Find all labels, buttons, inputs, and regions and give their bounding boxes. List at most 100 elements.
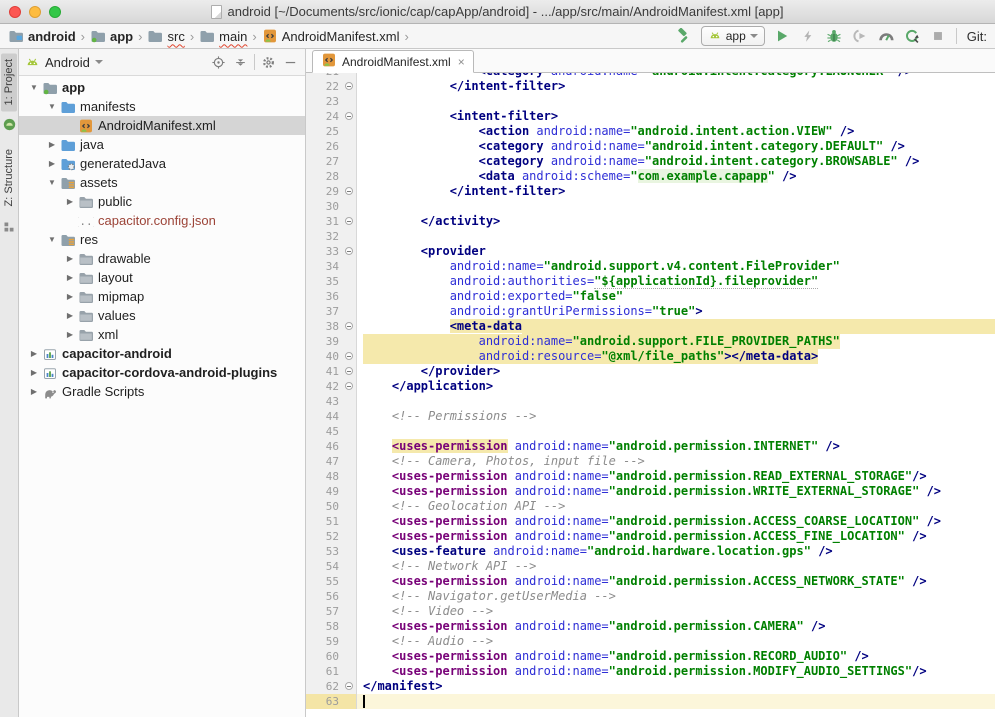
- code-line-50[interactable]: 50 <!-- Geolocation API -->: [306, 499, 995, 514]
- breadcrumb-item-android[interactable]: android: [8, 28, 76, 44]
- fold-marker[interactable]: [344, 214, 357, 229]
- tree-item-generatedjava[interactable]: ▶generatedJava: [19, 154, 305, 173]
- code-line-24[interactable]: 24 <intent-filter>: [306, 109, 995, 124]
- collapse-all-icon[interactable]: [232, 54, 249, 71]
- chevron-right-icon[interactable]: ▶: [45, 159, 59, 168]
- code-line-54[interactable]: 54 <!-- Network API -->: [306, 559, 995, 574]
- code-line-62[interactable]: 62</manifest>: [306, 679, 995, 694]
- breadcrumb-item-app[interactable]: app: [90, 28, 133, 44]
- code-line-42[interactable]: 42 </application>: [306, 379, 995, 394]
- code-line-36[interactable]: 36 android:exported="false": [306, 289, 995, 304]
- code-line-27[interactable]: 27 <category android:name="android.inten…: [306, 154, 995, 169]
- tree-item-capacitor-config-json[interactable]: {..}capacitor.config.json: [19, 211, 305, 230]
- tree-item-gradle-scripts[interactable]: ▶Gradle Scripts: [19, 382, 305, 401]
- code-line-44[interactable]: 44 <!-- Permissions -->: [306, 409, 995, 424]
- code-line-40[interactable]: 40 android:resource="@xml/file_paths"></…: [306, 349, 995, 364]
- code-line-34[interactable]: 34 android:name="android.support.v4.cont…: [306, 259, 995, 274]
- settings-gear-icon[interactable]: [260, 54, 277, 71]
- locate-icon[interactable]: [210, 54, 227, 71]
- code-line-26[interactable]: 26 <category android:name="android.inten…: [306, 139, 995, 154]
- tree-item-manifests[interactable]: ▼manifests: [19, 97, 305, 116]
- chevron-right-icon[interactable]: ▶: [45, 140, 59, 149]
- fold-marker[interactable]: [344, 244, 357, 259]
- tree-item-values[interactable]: ▶values: [19, 306, 305, 325]
- tab-androidmanifest[interactable]: AndroidManifest.xml ×: [312, 50, 474, 73]
- code-line-58[interactable]: 58 <uses-permission android:name="androi…: [306, 619, 995, 634]
- build-hammer-icon[interactable]: [675, 28, 692, 45]
- gradle-sync-icon[interactable]: [904, 28, 921, 45]
- chevron-right-icon[interactable]: ▶: [27, 387, 41, 396]
- chevron-down-icon[interactable]: ▼: [45, 178, 59, 187]
- run-configuration-select[interactable]: app: [701, 26, 765, 46]
- chevron-right-icon[interactable]: ▶: [63, 292, 77, 301]
- hide-icon[interactable]: [282, 54, 299, 71]
- breadcrumb-item-main[interactable]: main: [199, 28, 247, 44]
- project-view-selector[interactable]: Android: [45, 55, 90, 70]
- chevron-right-icon[interactable]: ▶: [27, 349, 41, 358]
- fold-marker[interactable]: [344, 364, 357, 379]
- chevron-right-icon[interactable]: ▶: [63, 254, 77, 263]
- code-line-49[interactable]: 49 <uses-permission android:name="androi…: [306, 484, 995, 499]
- breadcrumb-item-src[interactable]: src: [147, 28, 184, 44]
- chevron-right-icon[interactable]: ▶: [63, 273, 77, 282]
- profiler-icon[interactable]: [878, 28, 895, 45]
- apply-changes-icon[interactable]: [800, 28, 817, 45]
- code-line-61[interactable]: 61 <uses-permission android:name="androi…: [306, 664, 995, 679]
- fold-marker[interactable]: [344, 79, 357, 94]
- tree-item-mipmap[interactable]: ▶mipmap: [19, 287, 305, 306]
- tree-item-androidmanifest-xml[interactable]: AndroidManifest.xml: [19, 116, 305, 135]
- fold-marker[interactable]: [344, 379, 357, 394]
- run-icon[interactable]: [774, 28, 791, 45]
- stop-icon[interactable]: [930, 28, 947, 45]
- chevron-down-icon[interactable]: ▼: [45, 102, 59, 111]
- code-line-56[interactable]: 56 <!-- Navigator.getUserMedia -->: [306, 589, 995, 604]
- code-line-43[interactable]: 43: [306, 394, 995, 409]
- fold-marker[interactable]: [344, 349, 357, 364]
- code-line-35[interactable]: 35 android:authorities="${applicationId}…: [306, 274, 995, 289]
- code-line-31[interactable]: 31 </activity>: [306, 214, 995, 229]
- code-line-29[interactable]: 29 </intent-filter>: [306, 184, 995, 199]
- code-line-48[interactable]: 48 <uses-permission android:name="androi…: [306, 469, 995, 484]
- code-line-46[interactable]: 46 <uses-permission android:name="androi…: [306, 439, 995, 454]
- code-line-37[interactable]: 37 android:grantUriPermissions="true">: [306, 304, 995, 319]
- code-line-45[interactable]: 45: [306, 424, 995, 439]
- tree-item-assets[interactable]: ▼assets: [19, 173, 305, 192]
- code-line-33[interactable]: 33 <provider: [306, 244, 995, 259]
- tree-item-java[interactable]: ▶java: [19, 135, 305, 154]
- code-line-23[interactable]: 23: [306, 94, 995, 109]
- chevron-down-icon[interactable]: ▼: [27, 83, 41, 92]
- code-line-53[interactable]: 53 <uses-feature android:name="android.h…: [306, 544, 995, 559]
- code-line-57[interactable]: 57 <!-- Video -->: [306, 604, 995, 619]
- code-line-52[interactable]: 52 <uses-permission android:name="androi…: [306, 529, 995, 544]
- chevron-right-icon[interactable]: ▶: [63, 311, 77, 320]
- code-line-28[interactable]: 28 <data android:scheme="com.example.cap…: [306, 169, 995, 184]
- attach-debugger-icon[interactable]: [852, 28, 869, 45]
- chevron-right-icon[interactable]: ▶: [63, 330, 77, 339]
- tree-item-capacitor-android[interactable]: ▶capacitor-android: [19, 344, 305, 363]
- code-line-47[interactable]: 47 <!-- Camera, Photos, input file -->: [306, 454, 995, 469]
- code-line-38[interactable]: 38 <meta-data: [306, 319, 995, 334]
- fold-marker[interactable]: [344, 184, 357, 199]
- debug-icon[interactable]: [826, 28, 843, 45]
- code-line-22[interactable]: 22 </intent-filter>: [306, 79, 995, 94]
- tree-item-layout[interactable]: ▶layout: [19, 268, 305, 287]
- fold-marker[interactable]: [344, 109, 357, 124]
- code-line-39[interactable]: 39 android:name="android.support.FILE_PR…: [306, 334, 995, 349]
- tool-window-project-button[interactable]: 1: Project: [1, 53, 17, 111]
- tree-item-drawable[interactable]: ▶drawable: [19, 249, 305, 268]
- structure-icon[interactable]: [3, 220, 15, 238]
- chevron-right-icon[interactable]: ▶: [27, 368, 41, 377]
- android-tool-icon[interactable]: [3, 118, 16, 136]
- chevron-down-icon[interactable]: ▼: [45, 235, 59, 244]
- code-line-55[interactable]: 55 <uses-permission android:name="androi…: [306, 574, 995, 589]
- code-line-59[interactable]: 59 <!-- Audio -->: [306, 634, 995, 649]
- close-tab-icon[interactable]: ×: [456, 56, 465, 68]
- tree-item-public[interactable]: ▶public: [19, 192, 305, 211]
- code-line-63[interactable]: 63: [306, 694, 995, 709]
- fold-marker[interactable]: [344, 679, 357, 694]
- code-line-30[interactable]: 30: [306, 199, 995, 214]
- tree-item-res[interactable]: ▼res: [19, 230, 305, 249]
- breadcrumb-item-androidmanifest-xml[interactable]: AndroidManifest.xml: [262, 28, 400, 44]
- code-line-32[interactable]: 32: [306, 229, 995, 244]
- code-area[interactable]: 21 <category android:name="android.inten…: [306, 73, 995, 717]
